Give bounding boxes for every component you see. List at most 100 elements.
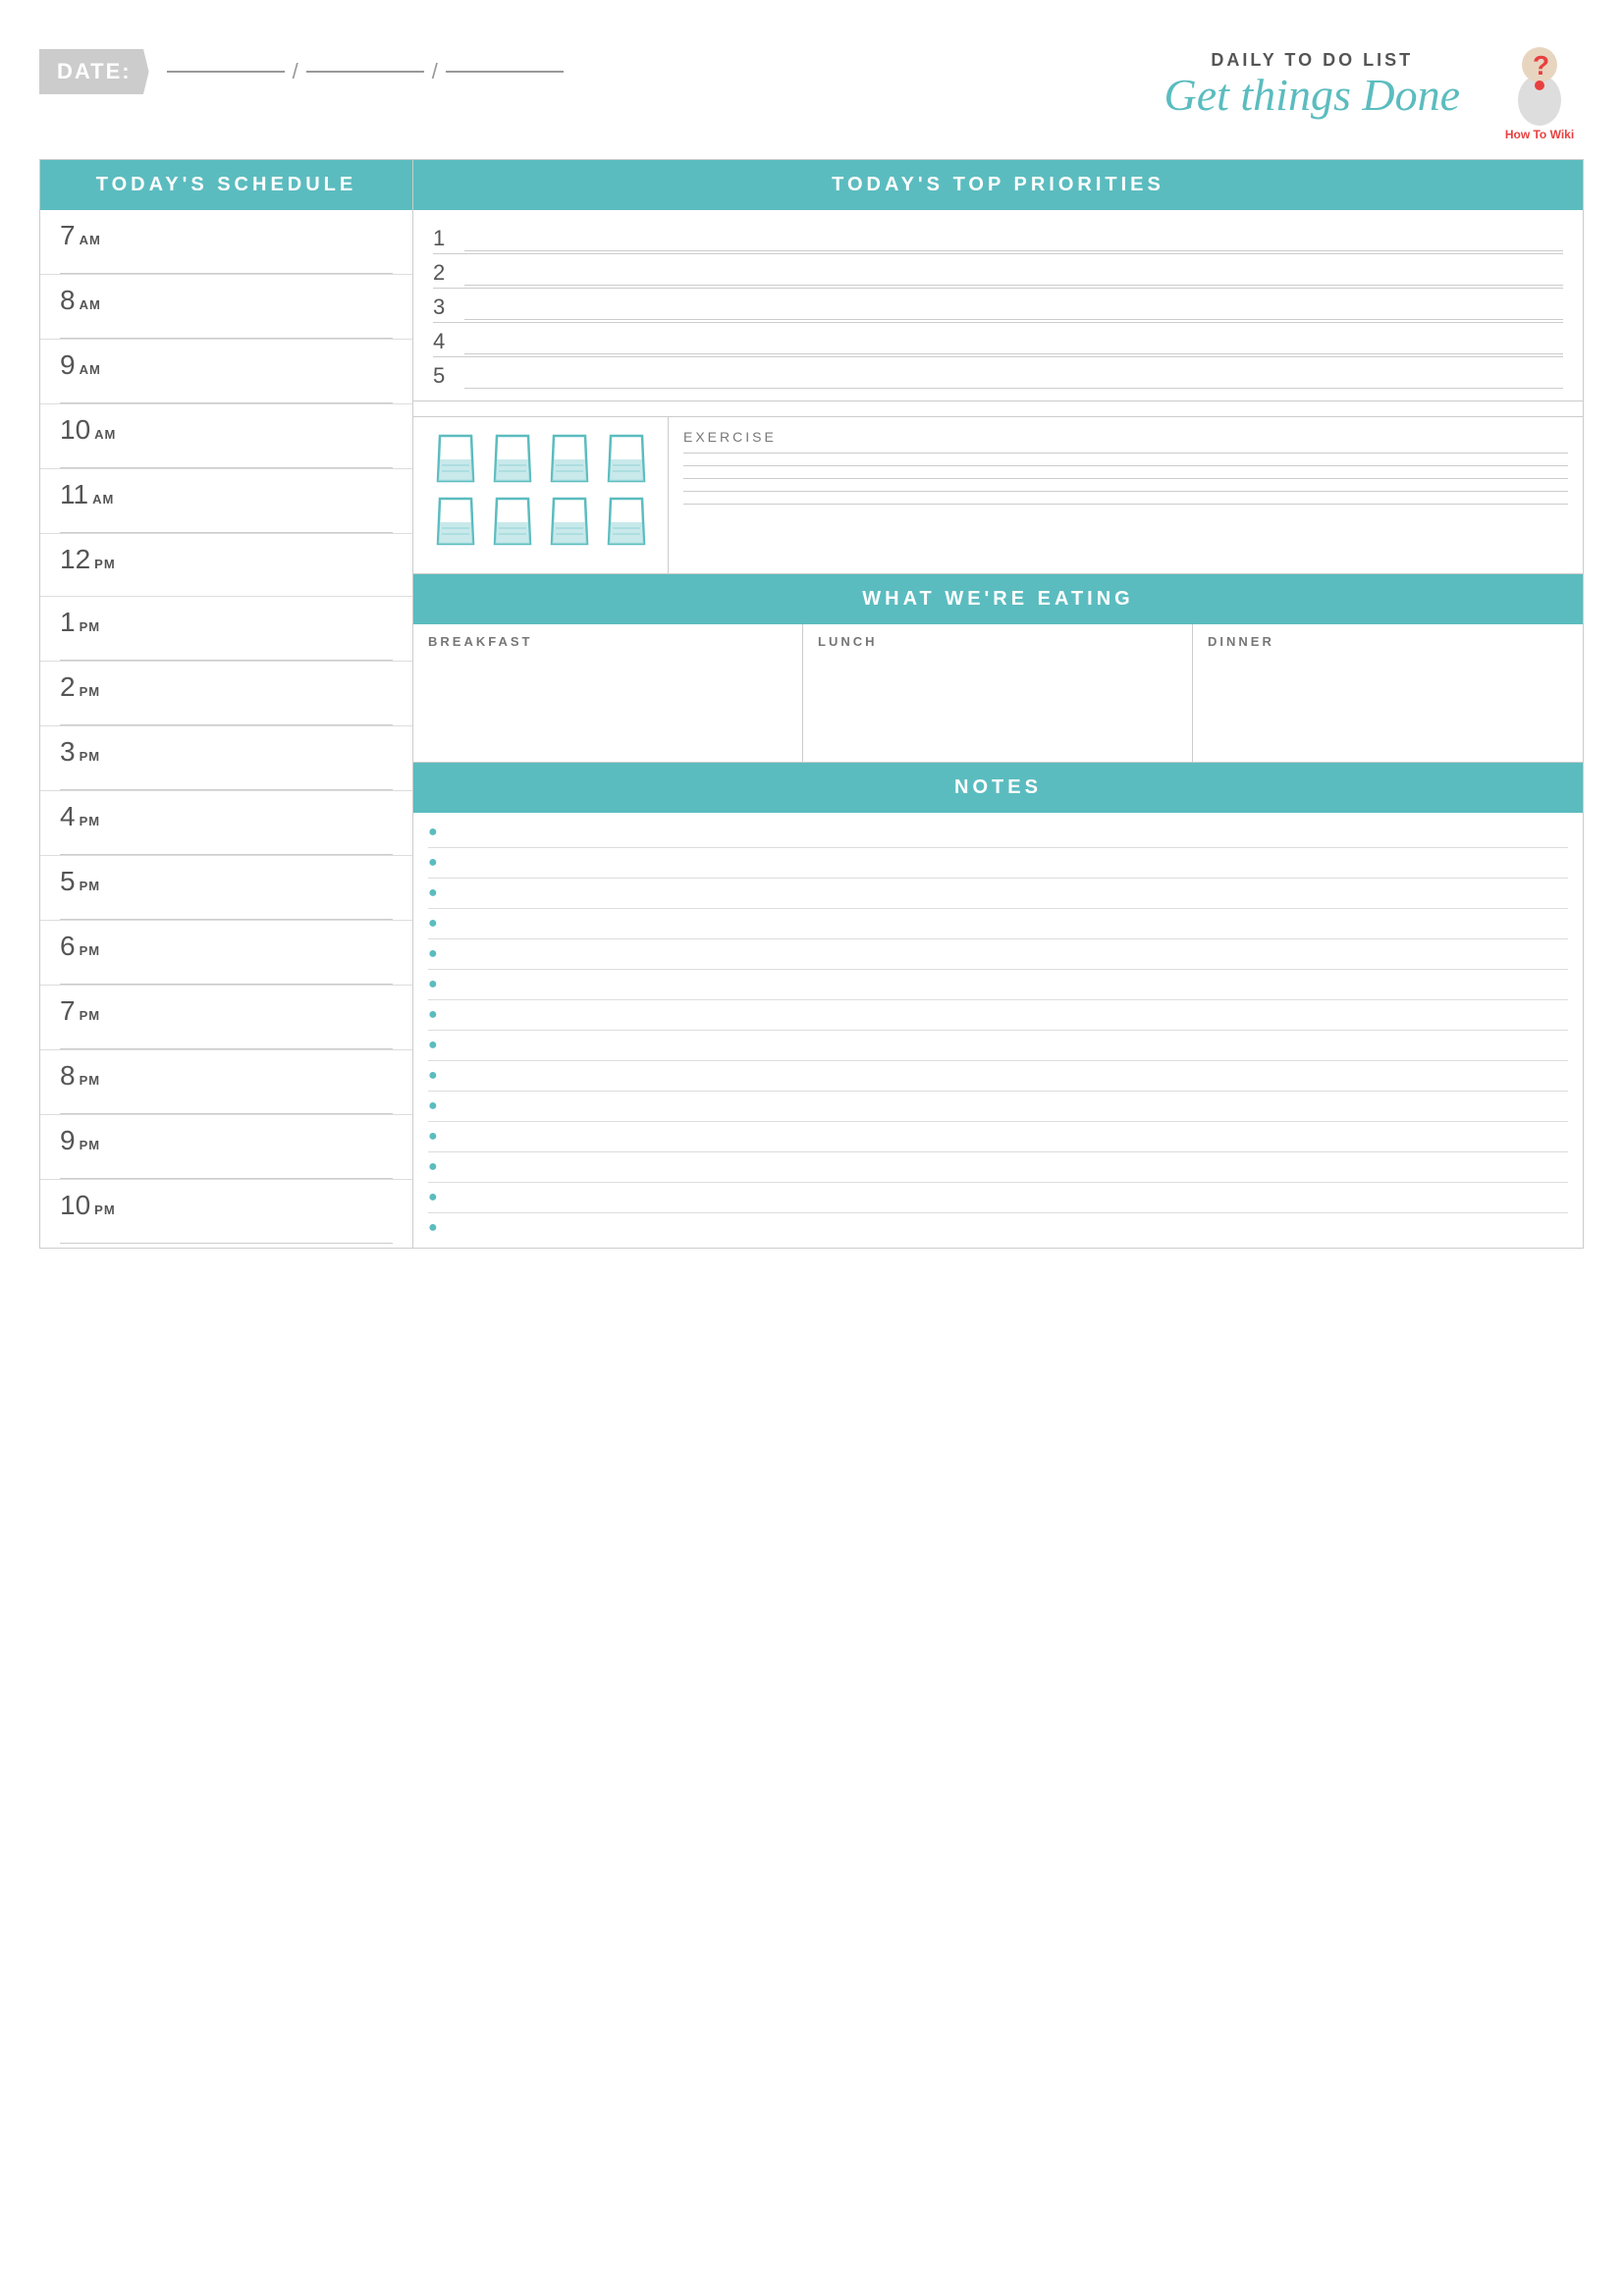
- header-right-area: DAILY TO DO LIST Get things Done ? How T…: [1163, 29, 1584, 141]
- lunch-label: LUNCH: [818, 634, 1177, 649]
- water-glass-icon: [546, 495, 593, 548]
- priority-item-4[interactable]: 4: [433, 323, 1563, 357]
- priorities-header: TODAY'S TOP PRIORITIES: [413, 160, 1583, 210]
- exercise-label: EXERCISE: [683, 429, 1568, 445]
- time-slot-6pm: 6 PM: [40, 921, 412, 986]
- note-item[interactable]: ●: [428, 1183, 1568, 1213]
- priority-item-5[interactable]: 5: [433, 357, 1563, 391]
- main-grid: TODAY'S SCHEDULE TODAY'S TOP PRIORITIES …: [39, 159, 1584, 1249]
- note-item[interactable]: ●: [428, 1092, 1568, 1122]
- spacer-area: [413, 401, 1583, 417]
- note-bullet-icon: ●: [428, 1097, 438, 1115]
- note-item[interactable]: ●: [428, 818, 1568, 848]
- date-day[interactable]: [306, 71, 424, 73]
- note-bullet-icon: ●: [428, 976, 438, 993]
- dinner-col[interactable]: DINNER: [1193, 624, 1583, 762]
- note-bullet-icon: ●: [428, 884, 438, 902]
- water-row-1: [428, 432, 653, 485]
- note-item[interactable]: ●: [428, 1213, 1568, 1243]
- page-header: DATE: / / DAILY TO DO LIST Get things Do…: [39, 29, 1584, 141]
- note-bullet-icon: ●: [428, 1006, 438, 1024]
- time-slot-10pm: 10 PM: [40, 1180, 412, 1244]
- note-item[interactable]: ●: [428, 1122, 1568, 1152]
- priority-num-5: 5: [433, 363, 453, 389]
- time-slot-5pm: 5 PM: [40, 856, 412, 921]
- priority-item-3[interactable]: 3: [433, 289, 1563, 323]
- notes-header: NOTES: [413, 763, 1583, 813]
- note-bullet-icon: ●: [428, 1219, 438, 1237]
- time-slot-1pm: 1 PM: [40, 597, 412, 662]
- note-item[interactable]: ●: [428, 1152, 1568, 1183]
- note-bullet-icon: ●: [428, 915, 438, 933]
- time-slot-7am: 7 AM: [40, 210, 412, 275]
- eating-header: WHAT WE'RE EATING: [413, 574, 1583, 624]
- water-glass-icon: [603, 432, 650, 485]
- priority-num-2: 2: [433, 260, 453, 286]
- time-slot-8pm: 8 PM: [40, 1050, 412, 1115]
- breakfast-label: BREAKFAST: [428, 634, 787, 649]
- note-item[interactable]: ●: [428, 1000, 1568, 1031]
- logo-figure: ?: [1495, 29, 1584, 128]
- dinner-label: DINNER: [1208, 634, 1568, 649]
- time-slot-10am: 10 AM: [40, 404, 412, 469]
- eating-cols: BREAKFAST LUNCH DINNER: [413, 624, 1583, 762]
- date-year[interactable]: [446, 71, 564, 73]
- notes-section: ● ● ● ● ●: [413, 813, 1583, 1248]
- priority-item-2[interactable]: 2: [433, 254, 1563, 289]
- water-glass-icon: [546, 432, 593, 485]
- logo-text: How To Wiki: [1505, 128, 1574, 141]
- exercise-lines: [683, 453, 1568, 505]
- water-glass-icon: [432, 495, 479, 548]
- time-number: 7: [60, 220, 76, 251]
- priority-num-1: 1: [433, 226, 453, 251]
- time-ampm: AM: [80, 233, 101, 247]
- daily-subtitle: DAILY TO DO LIST: [1163, 50, 1460, 71]
- breakfast-col[interactable]: BREAKFAST: [413, 624, 803, 762]
- note-bullet-icon: ●: [428, 1037, 438, 1054]
- priority-num-4: 4: [433, 329, 453, 354]
- priority-item-1[interactable]: 1: [433, 220, 1563, 254]
- note-item[interactable]: ●: [428, 848, 1568, 879]
- right-column: 1 2 3 4 5: [413, 210, 1583, 1248]
- water-glass-icon: [489, 432, 536, 485]
- lunch-col[interactable]: LUNCH: [803, 624, 1193, 762]
- note-item[interactable]: ●: [428, 909, 1568, 939]
- note-bullet-icon: ●: [428, 945, 438, 963]
- eating-section: BREAKFAST LUNCH DINNER: [413, 624, 1583, 763]
- time-slot-9pm: 9 PM: [40, 1115, 412, 1180]
- priority-num-3: 3: [433, 294, 453, 320]
- note-item[interactable]: ●: [428, 879, 1568, 909]
- water-glass-icon: [432, 432, 479, 485]
- date-month[interactable]: [167, 71, 285, 73]
- note-bullet-icon: ●: [428, 1189, 438, 1206]
- water-glass-icon: [489, 495, 536, 548]
- time-slot-4pm: 4 PM: [40, 791, 412, 856]
- note-bullet-icon: ●: [428, 1128, 438, 1146]
- time-slot-8am: 8 AM: [40, 275, 412, 340]
- time-divider: [60, 273, 393, 274]
- exercise-section: EXERCISE: [669, 417, 1583, 573]
- note-bullet-icon: ●: [428, 854, 438, 872]
- date-fields: / /: [159, 59, 571, 84]
- main-title: Get things Done: [1163, 71, 1460, 121]
- notes-items: ● ● ● ● ●: [413, 813, 1583, 1248]
- schedule-header: TODAY'S SCHEDULE: [40, 160, 413, 210]
- note-item[interactable]: ●: [428, 1031, 1568, 1061]
- date-section: DATE: / /: [39, 49, 571, 94]
- note-bullet-icon: ●: [428, 824, 438, 841]
- logo-area: ? How To Wiki: [1495, 29, 1584, 141]
- water-glass-icon: [603, 495, 650, 548]
- time-slot-12pm: 12 PM: [40, 534, 412, 597]
- water-section: [413, 417, 669, 573]
- note-item[interactable]: ●: [428, 970, 1568, 1000]
- time-slot-2pm: 2 PM: [40, 662, 412, 726]
- schedule-column: 7 AM 8 AM 9 AM 10 AM: [40, 210, 413, 1248]
- time-slot-7pm: 7 PM: [40, 986, 412, 1050]
- note-item[interactable]: ●: [428, 939, 1568, 970]
- title-area: DAILY TO DO LIST Get things Done: [1163, 50, 1460, 121]
- date-label: DATE:: [39, 49, 149, 94]
- time-slot-11am: 11 AM: [40, 469, 412, 534]
- note-item[interactable]: ●: [428, 1061, 1568, 1092]
- note-bullet-icon: ●: [428, 1067, 438, 1085]
- note-bullet-icon: ●: [428, 1158, 438, 1176]
